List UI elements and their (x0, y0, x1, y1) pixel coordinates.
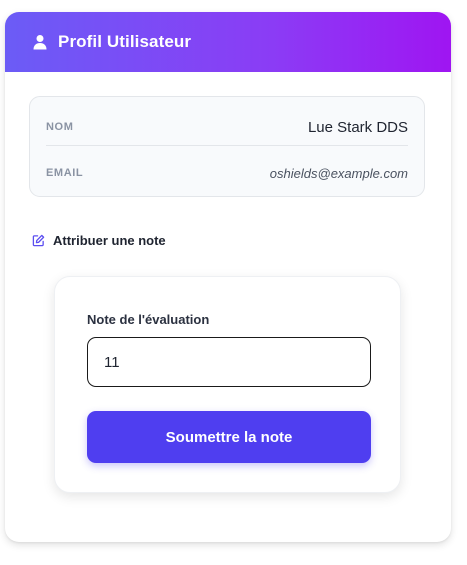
email-row: EMAIL oshields@example.com (46, 163, 408, 183)
rating-section-title: Attribuer une note (32, 233, 166, 248)
name-label: NOM (46, 121, 74, 133)
user-icon (32, 34, 48, 50)
rating-form-card: Note de l'évaluation Soumettre la note (54, 276, 401, 493)
rating-section-label: Attribuer une note (53, 233, 166, 248)
rating-input[interactable] (87, 337, 371, 387)
card-header: Profil Utilisateur (5, 12, 451, 72)
info-divider (46, 145, 408, 146)
edit-icon (32, 234, 45, 247)
rating-input-label: Note de l'évaluation (87, 312, 210, 327)
email-label: EMAIL (46, 167, 84, 179)
name-value: Lue Stark DDS (307, 118, 408, 136)
submit-rating-button[interactable]: Soumettre la note (87, 411, 371, 463)
page-title: Profil Utilisateur (58, 32, 192, 51)
name-row: NOM Lue Stark DDS (46, 116, 408, 138)
email-value: oshields@example.com (269, 165, 408, 181)
profile-card: Profil Utilisateur NOM Lue Stark DDS EMA… (5, 12, 451, 542)
profile-info-box: NOM Lue Stark DDS EMAIL oshields@example… (29, 96, 425, 197)
